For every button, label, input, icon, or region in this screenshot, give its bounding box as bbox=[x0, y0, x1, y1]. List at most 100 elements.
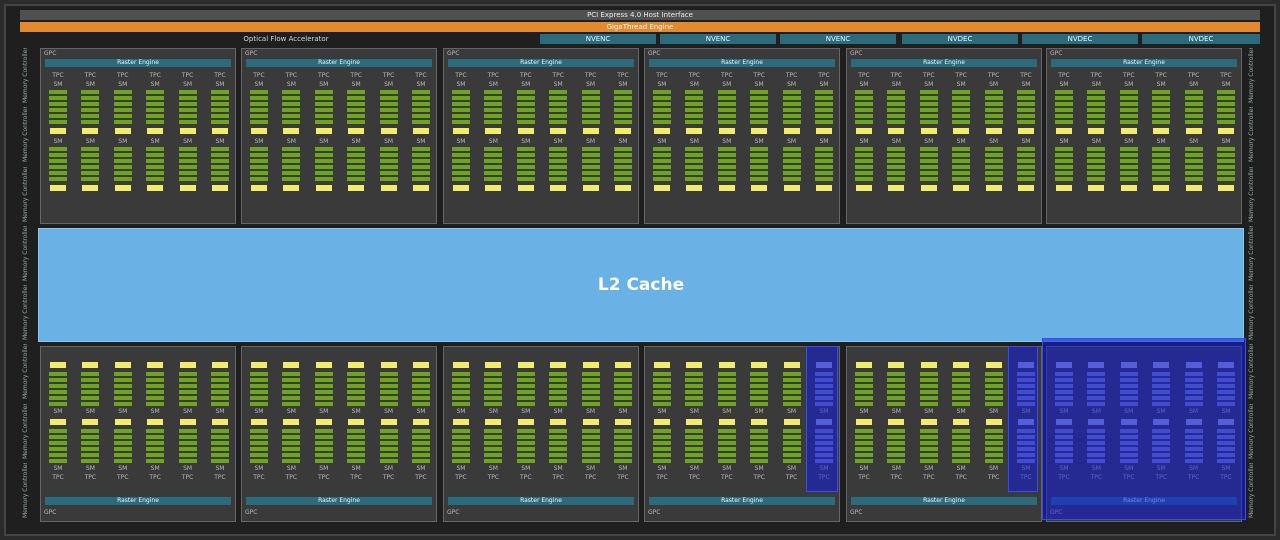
gpc-label: GPC bbox=[44, 509, 57, 516]
tpc-label: TPC bbox=[721, 72, 733, 79]
cuda-core-block bbox=[452, 447, 470, 451]
tpc-label: TPC bbox=[923, 72, 935, 79]
cuda-core-block bbox=[178, 429, 197, 433]
cuda-core-block bbox=[685, 384, 704, 388]
texture-unit bbox=[1017, 128, 1034, 134]
cuda-core-block bbox=[782, 429, 801, 433]
cuda-core-block bbox=[484, 108, 503, 112]
cuda-core-block bbox=[750, 147, 769, 151]
cuda-core-block bbox=[452, 459, 470, 463]
cuda-core-block bbox=[549, 153, 568, 157]
cuda-core-block bbox=[210, 102, 229, 106]
sm-label: SM bbox=[1091, 138, 1101, 145]
cuda-core-block bbox=[347, 453, 366, 457]
texture-unit bbox=[888, 362, 905, 368]
cuda-core-block bbox=[717, 147, 736, 151]
cuda-core-block bbox=[814, 171, 833, 175]
cuda-core-block bbox=[1152, 96, 1171, 100]
tpc-column: SM SM TPC bbox=[280, 359, 302, 482]
sm-label: SM bbox=[754, 138, 764, 145]
cuda-core-block bbox=[411, 159, 430, 163]
cuda-core-block bbox=[782, 96, 801, 100]
cuda-core-block bbox=[750, 102, 769, 106]
cuda-core-block bbox=[379, 159, 398, 163]
cuda-core-block bbox=[250, 378, 268, 382]
sm-label: SM bbox=[254, 138, 264, 145]
gpc-label: GPC bbox=[245, 50, 258, 57]
cuda-core-block bbox=[653, 453, 671, 457]
cuda-core-block bbox=[952, 447, 971, 451]
texture-unit bbox=[251, 419, 267, 425]
tpc-label: TPC bbox=[955, 474, 967, 481]
cuda-core-block bbox=[750, 396, 769, 400]
cuda-core-block bbox=[516, 159, 535, 163]
cuda-core-block bbox=[984, 378, 1003, 382]
cuda-core-block bbox=[549, 165, 568, 169]
cuda-core-block bbox=[146, 96, 165, 100]
cuda-core-block bbox=[516, 165, 535, 169]
cuda-core-block bbox=[887, 429, 906, 433]
cuda-core-block bbox=[1216, 153, 1235, 157]
cuda-core-block bbox=[685, 402, 704, 406]
cuda-core-block bbox=[250, 441, 268, 445]
cuda-core-block bbox=[887, 159, 906, 163]
cuda-core-block bbox=[81, 171, 100, 175]
cuda-core-block bbox=[1152, 171, 1171, 175]
gpc-label: GPC bbox=[245, 509, 258, 516]
cuda-core-block bbox=[146, 429, 165, 433]
cuda-core-block bbox=[250, 114, 268, 118]
sm-label: SM bbox=[924, 465, 934, 472]
tpc-columns: TPC SM SM TPC SM SM TPC SM SM TPC SM SM TPC SM SM TPC SM… bbox=[853, 71, 1037, 194]
cuda-core-block bbox=[750, 372, 769, 376]
cuda-core-block bbox=[347, 120, 366, 124]
cuda-core-block bbox=[452, 120, 470, 124]
cuda-core-block bbox=[952, 453, 971, 457]
cuda-core-block bbox=[484, 459, 503, 463]
cuda-core-block bbox=[146, 435, 165, 439]
cuda-core-block bbox=[613, 120, 632, 124]
cuda-core-block bbox=[411, 429, 430, 433]
cuda-core-block bbox=[113, 453, 132, 457]
cuda-core-block bbox=[516, 96, 535, 100]
sm-label: SM bbox=[456, 138, 466, 145]
texture-unit bbox=[453, 128, 469, 134]
cuda-core-block bbox=[113, 102, 132, 106]
texture-unit bbox=[211, 185, 228, 191]
cuda-core-block bbox=[347, 384, 366, 388]
cuda-core-block bbox=[855, 459, 873, 463]
cuda-core-block bbox=[782, 402, 801, 406]
tpc-column: SM SM TPC bbox=[885, 359, 907, 482]
texture-unit bbox=[1153, 185, 1170, 191]
cuda-core-block bbox=[1119, 159, 1138, 163]
cuda-core-block bbox=[1184, 90, 1203, 94]
tpc-label: TPC bbox=[688, 474, 701, 481]
cuda-core-block bbox=[984, 102, 1003, 106]
cuda-core-block bbox=[1055, 165, 1073, 169]
tpc-columns: SM SM TPC SM SM TPC SM SM TPC SM SM TPC SM SM TPC SM SM T… bbox=[47, 359, 231, 482]
cuda-core-block bbox=[1016, 102, 1035, 106]
cuda-core-block bbox=[952, 435, 971, 439]
cuda-core-block bbox=[855, 441, 873, 445]
cuda-core-block bbox=[887, 114, 906, 118]
tpc-label: TPC bbox=[858, 72, 870, 79]
cuda-core-block bbox=[782, 165, 801, 169]
tpc-column: SM SM TPC bbox=[781, 359, 803, 482]
texture-unit bbox=[283, 419, 300, 425]
texture-unit bbox=[50, 185, 66, 191]
sm-label: SM bbox=[85, 465, 95, 472]
gpc-block: GPC Raster Engine TPC SM SM TPC SM SM TPC SM SM TPC… bbox=[1046, 48, 1242, 224]
cuda-core-block bbox=[613, 384, 632, 388]
cuda-core-block bbox=[685, 96, 704, 100]
cuda-core-block bbox=[685, 120, 704, 124]
cuda-core-block bbox=[984, 177, 1003, 181]
cuda-core-block bbox=[282, 153, 301, 157]
cuda-core-block bbox=[411, 165, 430, 169]
cuda-core-block bbox=[1087, 165, 1106, 169]
sm-label: SM bbox=[286, 138, 296, 145]
cuda-core-block bbox=[178, 384, 197, 388]
tpc-column: TPC SM SM bbox=[885, 71, 907, 194]
tpc-column: TPC SM SM bbox=[79, 71, 101, 194]
cuda-core-block bbox=[887, 171, 906, 175]
cuda-core-block bbox=[1119, 114, 1138, 118]
sm-label: SM bbox=[859, 465, 869, 472]
